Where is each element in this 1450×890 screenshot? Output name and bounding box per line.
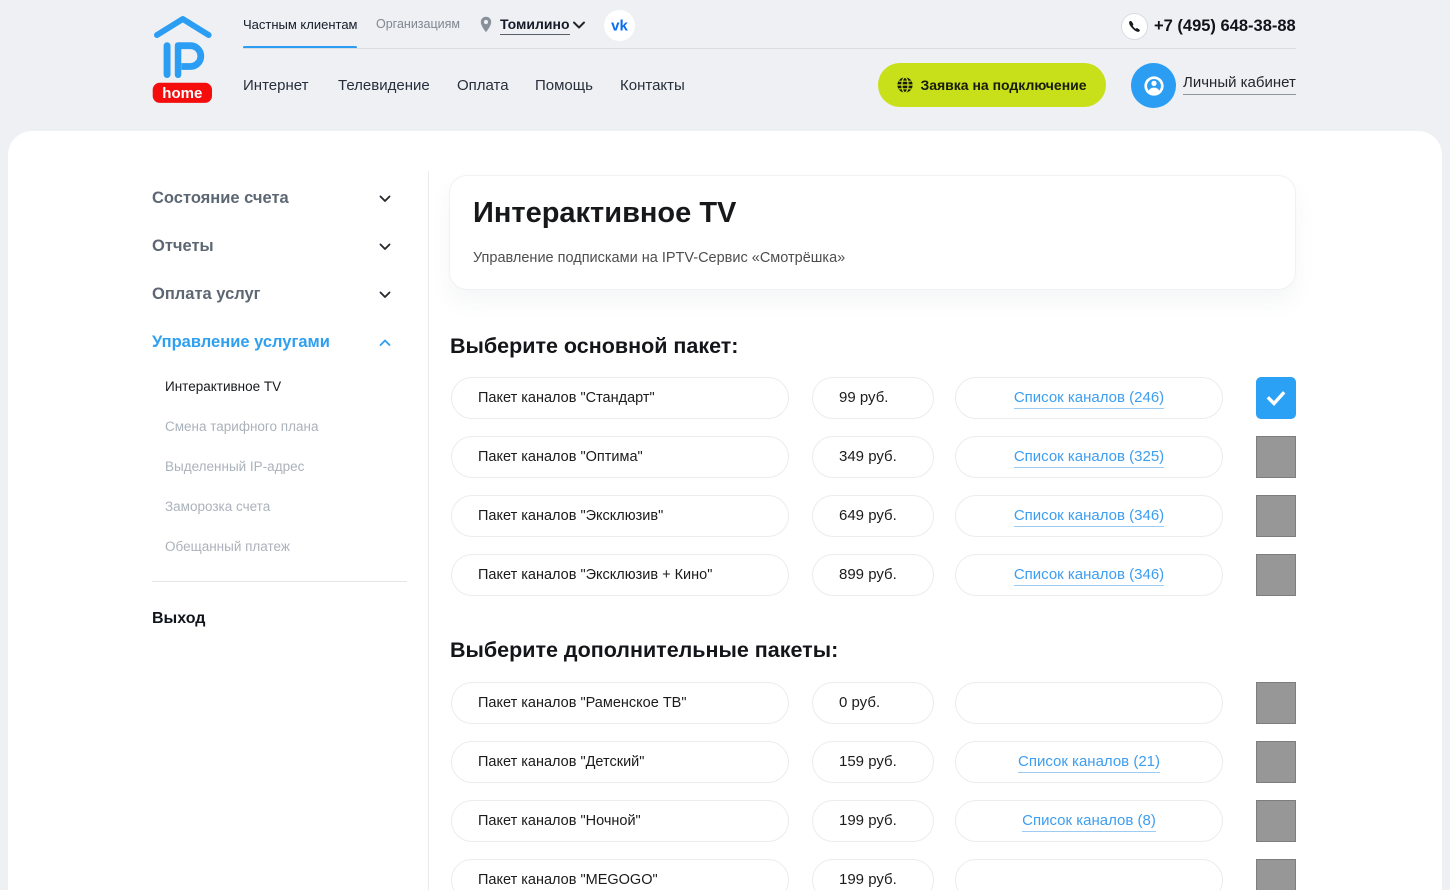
svg-text:home: home [162, 85, 202, 102]
svg-text:vk: vk [611, 18, 628, 35]
